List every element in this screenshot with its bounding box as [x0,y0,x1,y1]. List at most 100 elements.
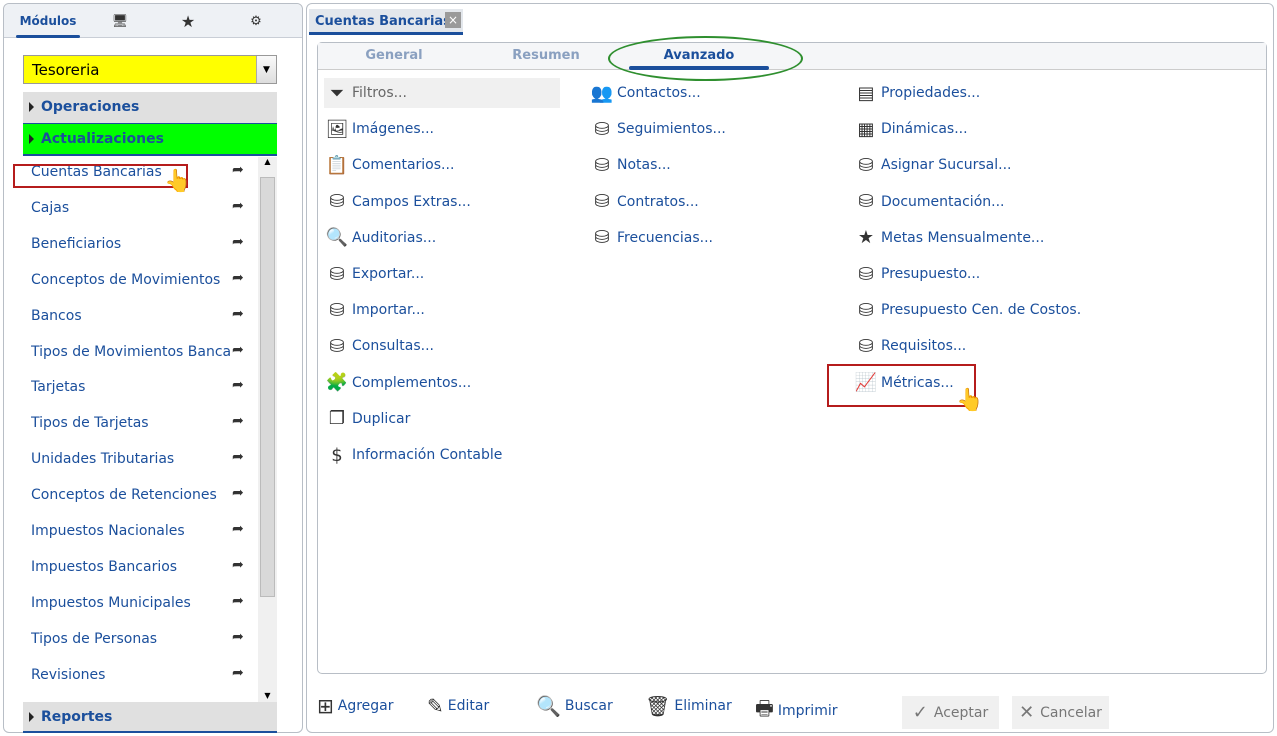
tab-modulos[interactable]: Módulos [14,4,82,38]
share-arrow-icon[interactable]: ➦ [232,665,244,681]
share-arrow-icon[interactable]: ➦ [232,342,244,358]
option-item[interactable]: $ Información Contable [324,440,502,470]
share-arrow-icon[interactable]: ➦ [232,162,244,178]
sidebar-item[interactable]: Impuestos Bancarios [31,559,231,575]
option-label: Exportar... [352,266,425,282]
option-item[interactable]: ⛁ Exportar... [324,259,424,289]
sidebar-item[interactable]: Impuestos Nacionales [31,523,231,539]
sidebar-item[interactable]: Tipos de Personas [31,631,231,647]
share-arrow-icon[interactable]: ➦ [232,593,244,609]
share-arrow-icon[interactable]: ➦ [232,629,244,645]
gear-window-icon[interactable]: ⚙ [222,4,290,38]
option-item[interactable]: ⛁ Seguimientos... [589,114,725,144]
highlight-box [827,364,976,407]
option-item[interactable]: 👥 Contactos... [589,78,701,108]
option-item[interactable]: ⛁ Requisitos... [853,331,966,361]
scroll-down-icon[interactable]: ▼ [258,691,277,700]
sidebar-item[interactable]: Conceptos de Retenciones [31,487,231,503]
option-item[interactable]: ⏷ Filtros... [324,78,560,108]
list-icon: ▤ [857,82,875,104]
option-item[interactable]: 📋 Comentarios... [324,150,455,180]
accept-button[interactable]: ✓ Aceptar [902,696,999,729]
option-item[interactable]: ★ Metas Mensualmente... [853,223,1044,253]
option-label: Propiedades... [881,85,981,101]
section-label: Reportes [41,709,113,725]
edit-button[interactable]: ✎ Editar [427,694,489,718]
option-item[interactable]: 🖼 Imágenes... [324,114,434,144]
sidebar-item[interactable]: Revisiones [31,667,231,683]
tab-label: Cuentas Bancarias [315,14,451,29]
sidebar-item[interactable]: Unidades Tributarias [31,451,231,467]
scroll-up-icon[interactable]: ▲ [258,157,277,166]
option-item[interactable]: ▦ Dinámicas... [853,114,967,144]
option-item[interactable]: ⛁ Importar... [324,295,424,325]
x-icon: ✕ [1019,702,1035,723]
option-item[interactable]: ⛁ Notas... [589,150,671,180]
sidebar-item[interactable]: Beneficiarios [31,236,231,252]
click-cursor-icon: 👆 [956,388,984,413]
share-arrow-icon[interactable]: ➦ [232,449,244,465]
share-arrow-icon[interactable]: ➦ [232,521,244,537]
option-item[interactable]: ⛁ Campos Extras... [324,187,470,217]
highlight-box [13,164,188,188]
option-item[interactable]: ⛁ Presupuesto Cen. de Costos. [853,295,1081,325]
option-label: Comentarios... [352,157,455,174]
section-reportes[interactable]: Reportes [23,702,277,733]
image-icon: 🖼 [325,118,349,140]
database-icon: ⛁ [858,191,874,213]
option-item[interactable]: 🧩 Complementos... [324,368,471,398]
subtab-resumen[interactable]: Resumen [476,48,616,63]
option-item[interactable]: ⛁ Asignar Sucursal... [853,150,1011,180]
share-arrow-icon[interactable]: ➦ [232,306,244,322]
sidebar-item[interactable]: Impuestos Municipales [31,595,231,611]
option-label: Información Contable [352,447,503,463]
window-panel: Cuentas Bancarias × General Resumen Avanz… [306,3,1274,733]
sidebar-item[interactable]: Cajas [31,200,231,216]
chevron-down-icon[interactable]: ▼ [256,56,276,83]
subtab-general[interactable]: General [324,48,464,63]
option-item[interactable]: ⛁ Presupuesto... [853,259,980,289]
database-icon: ⛁ [329,335,345,357]
database-icon: ⛁ [594,227,610,249]
tab-cuentas-bancarias[interactable]: Cuentas Bancarias × [309,9,463,35]
option-item[interactable]: ⛁ Frecuencias... [589,223,713,253]
sidebar-item[interactable]: Tipos de Movimientos Bancarios [31,344,231,360]
share-arrow-icon[interactable]: ➦ [232,270,244,286]
option-item[interactable]: 🔍 Auditorias... [324,223,436,253]
module-select[interactable]: Tesoreria ▼ [23,55,277,84]
scroll-thumb[interactable] [260,177,275,597]
option-label: Presupuesto Cen. de Costos. [881,302,1082,319]
option-item[interactable]: ❐ Duplicar [324,404,410,434]
option-label: Notas... [617,157,671,174]
option-item[interactable]: ⛁ Documentación... [853,187,1004,217]
sidebar-item[interactable]: Tarjetas [31,379,231,395]
monitor-icon[interactable]: 🖥 [86,4,154,38]
sidebar-item[interactable]: Conceptos de Movimientos [31,272,231,288]
section-operaciones[interactable]: Operaciones [23,92,277,123]
star-icon[interactable]: ★ [154,4,222,38]
trash-button[interactable]: 🗑 Eliminar [645,694,732,718]
add-button[interactable]: ⊞ Agregar [317,694,394,718]
share-arrow-icon[interactable]: ➦ [232,557,244,573]
option-label: Requisitos... [881,338,967,355]
option-label: Consultas... [352,338,434,355]
option-item[interactable]: ⛁ Consultas... [324,331,434,361]
sidebar-item[interactable]: Tipos de Tarjetas [31,415,231,431]
scrollbar[interactable]: ▲ ▼ [258,157,277,702]
sidebar-item[interactable]: Bancos [31,308,231,324]
cancel-button[interactable]: ✕ Cancelar [1012,696,1109,729]
print-button[interactable]: 🖶 Imprimir [755,694,837,728]
button-label: Buscar [564,698,613,714]
option-item[interactable]: ▤ Propiedades... [853,78,980,108]
section-actualizaciones[interactable]: Actualizaciones [23,123,277,156]
search-button[interactable]: 🔍 Buscar [536,694,613,718]
share-arrow-icon[interactable]: ➦ [232,413,244,429]
option-item[interactable]: ⛁ Contratos... [589,187,698,217]
share-arrow-icon[interactable]: ➦ [232,377,244,393]
share-arrow-icon[interactable]: ➦ [232,485,244,501]
database-icon: ⛁ [858,299,874,321]
left-panel: Módulos 🖥 ★ ⚙ Tesoreria ▼ Operaciones Act… [3,3,303,733]
share-arrow-icon[interactable]: ➦ [232,198,244,214]
close-icon[interactable]: × [445,12,461,28]
share-arrow-icon[interactable]: ➦ [232,234,244,250]
